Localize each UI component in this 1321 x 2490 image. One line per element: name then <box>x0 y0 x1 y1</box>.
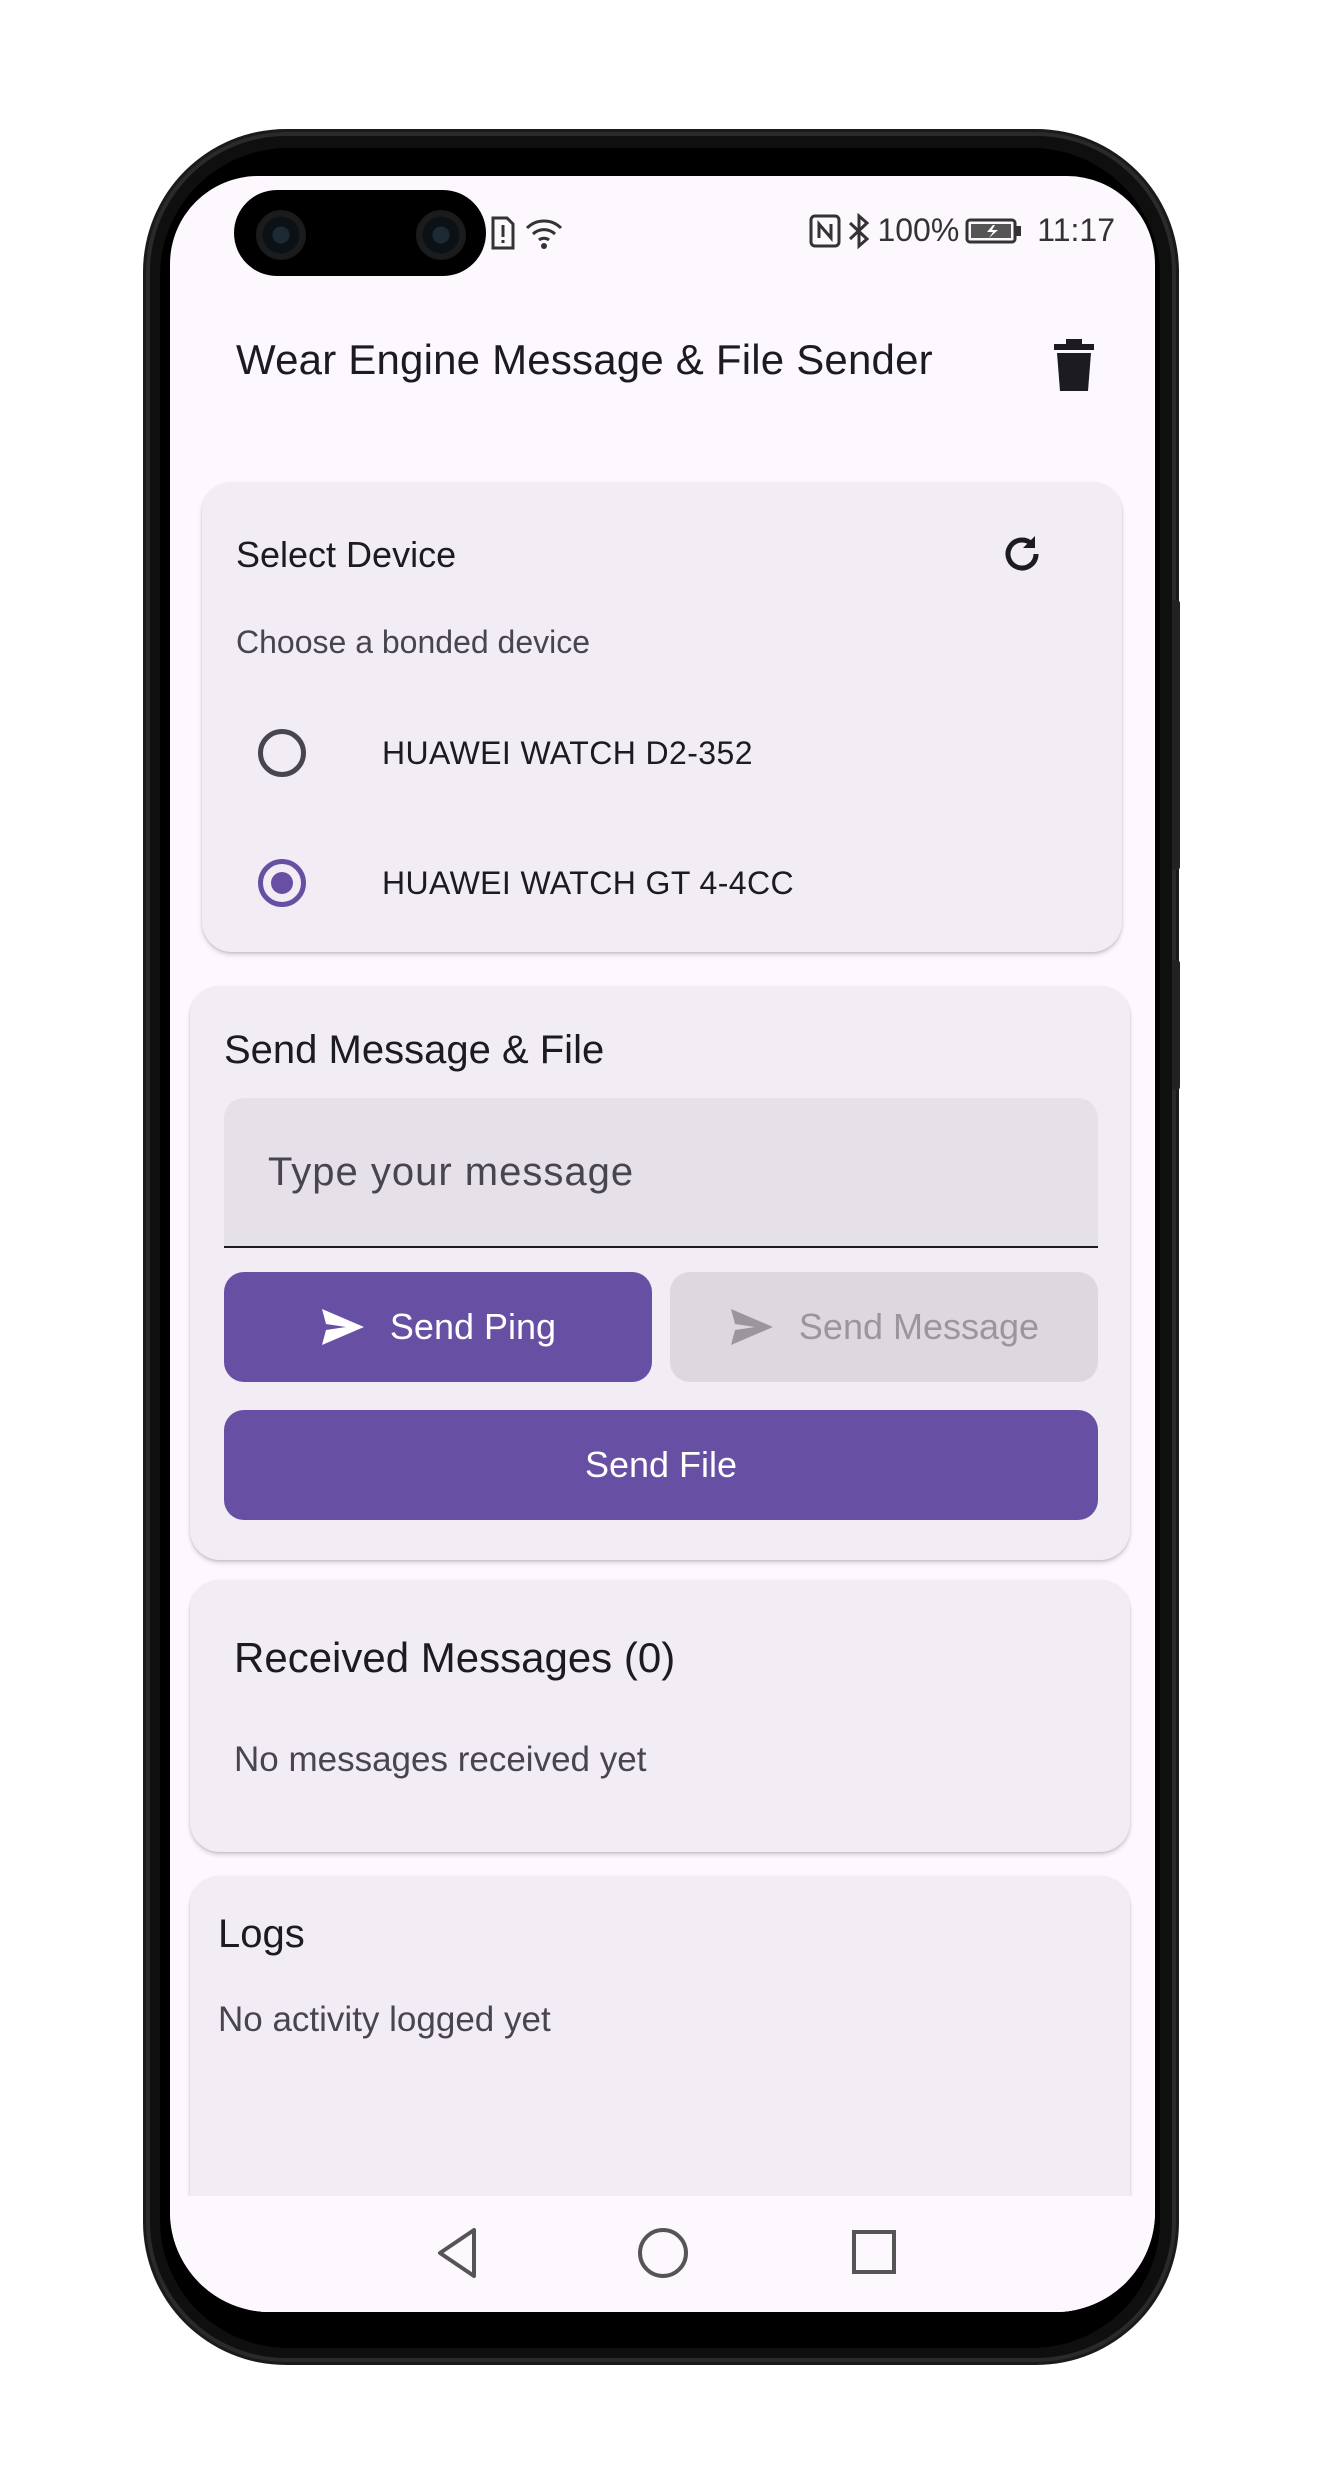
refresh-icon[interactable] <box>998 530 1046 578</box>
nfc-icon <box>809 214 841 247</box>
select-device-title: Select Device <box>236 534 457 575</box>
radio-selected[interactable] <box>258 859 306 907</box>
back-icon[interactable] <box>434 2226 480 2280</box>
radio-unselected[interactable] <box>258 729 306 777</box>
trash-icon[interactable] <box>1044 336 1104 396</box>
message-input[interactable] <box>224 1098 1098 1248</box>
wifi-icon <box>525 219 563 249</box>
status-time: 11:17 <box>1037 212 1115 248</box>
device-option-label: HUAWEI WATCH GT 4-4CC <box>382 864 794 901</box>
send-icon <box>730 1309 773 1345</box>
select-device-card: Select Device Choose a bonded device HUA… <box>202 482 1122 952</box>
home-icon[interactable] <box>636 2226 690 2280</box>
status-left-icons <box>490 216 564 250</box>
screen: 100% 11:17 Wear Engine Message & File Se… <box>170 176 1155 2312</box>
send-ping-button[interactable]: Send Ping <box>224 1272 652 1382</box>
camera-lens-left <box>256 210 306 260</box>
app-title: Wear Engine Message & File Sender <box>236 336 933 383</box>
side-button-upper <box>1172 600 1180 870</box>
camera-lens-right <box>416 210 466 260</box>
battery-percent: 100% <box>877 212 960 248</box>
logs-title: Logs <box>218 1912 305 1956</box>
send-message-button[interactable]: Send Message <box>670 1272 1098 1382</box>
device-option-0[interactable]: HUAWEI WATCH D2-352 <box>238 698 1078 808</box>
send-file-label: Send File <box>584 1444 738 1485</box>
received-empty-text: No messages received yet <box>234 1740 647 1779</box>
send-file-button[interactable]: Send File <box>224 1410 1098 1520</box>
camera-cutout <box>234 190 486 276</box>
device-option-1[interactable]: HUAWEI WATCH GT 4-4CC <box>238 828 1078 938</box>
sim-alert-icon <box>491 216 515 250</box>
select-device-subtitle: Choose a bonded device <box>236 624 591 660</box>
send-message-card: Send Message & File Send Ping Send Messa… <box>190 986 1130 1560</box>
navigation-bar <box>170 2196 1155 2312</box>
battery-icon <box>965 218 1022 243</box>
logs-empty-text: No activity logged yet <box>218 2000 551 2039</box>
send-ping-label: Send Ping <box>389 1306 557 1347</box>
received-messages-card: Received Messages (0) No messages receiv… <box>190 1580 1130 1852</box>
bluetooth-icon <box>849 212 870 249</box>
device-option-label: HUAWEI WATCH D2-352 <box>382 734 753 771</box>
recents-icon[interactable] <box>850 2226 898 2280</box>
send-icon <box>321 1309 364 1345</box>
received-messages-title: Received Messages (0) <box>234 1634 676 1681</box>
status-right: 100% 11:17 <box>809 212 1115 249</box>
send-message-label: Send Message <box>798 1306 1040 1347</box>
side-button-lower <box>1172 960 1180 1090</box>
send-card-title: Send Message & File <box>224 1028 605 1072</box>
